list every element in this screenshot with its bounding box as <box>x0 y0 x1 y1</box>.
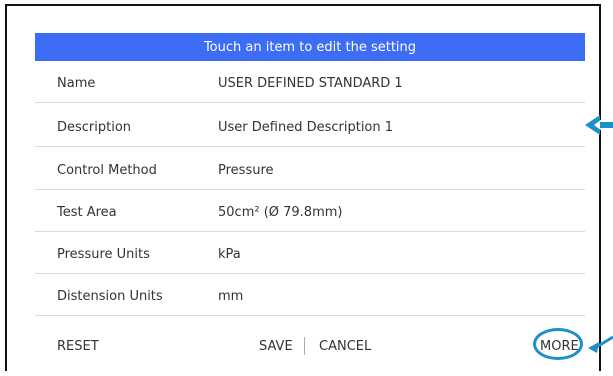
row-label: Control Method <box>57 163 157 178</box>
instruction-text: Touch an item to edit the setting <box>203 39 417 55</box>
button-divider <box>304 337 305 355</box>
row-description[interactable]: Description User Defined Description 1 <box>35 109 585 147</box>
arrow-left-icon <box>585 115 613 135</box>
footer-bar: RESET SAVE CANCEL MORE <box>35 330 585 364</box>
row-control-method[interactable]: Control Method Pressure <box>35 152 585 190</box>
row-value: User Defined Description 1 <box>218 120 394 135</box>
row-value: 50cm² (Ø 79.8mm) <box>218 205 343 220</box>
row-value: mm <box>218 289 244 304</box>
row-value: kPa <box>218 247 241 262</box>
row-test-area[interactable]: Test Area 50cm² (Ø 79.8mm) <box>35 194 585 232</box>
row-label: Name <box>57 76 96 91</box>
row-value: Pressure <box>218 163 274 178</box>
row-distension-units[interactable]: Distension Units mm <box>35 278 585 316</box>
arrow-left-icon <box>588 335 613 353</box>
save-button[interactable]: SAVE <box>259 339 293 354</box>
reset-button[interactable]: RESET <box>57 339 99 354</box>
row-label: Distension Units <box>57 289 163 304</box>
row-pressure-units[interactable]: Pressure Units kPa <box>35 236 585 274</box>
cancel-button[interactable]: CANCEL <box>319 339 371 354</box>
row-label: Description <box>57 120 132 135</box>
more-highlight-circle <box>533 328 583 360</box>
row-value: USER DEFINED STANDARD 1 <box>218 76 403 91</box>
instruction-banner: Touch an item to edit the setting <box>35 33 585 61</box>
row-label: Pressure Units <box>57 247 150 262</box>
row-name[interactable]: Name USER DEFINED STANDARD 1 <box>35 65 585 103</box>
row-label: Test Area <box>57 205 117 220</box>
